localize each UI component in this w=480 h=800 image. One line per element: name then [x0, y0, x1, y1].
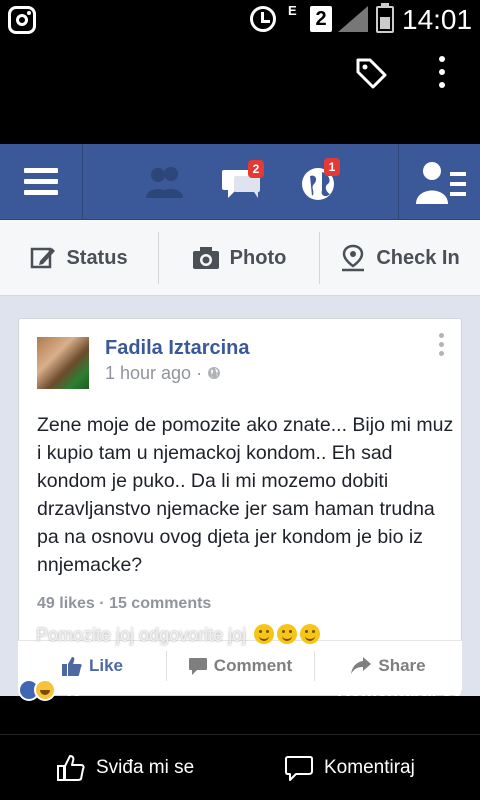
sim-slot-icon: 2: [310, 6, 332, 32]
comment-button[interactable]: Comment: [166, 641, 314, 691]
public-globe-icon: [208, 367, 221, 379]
app-top-bar: [0, 40, 480, 144]
camera-icon: [192, 247, 219, 269]
share-label: Share: [378, 656, 426, 675]
facebook-nav-bar: 2 1: [0, 144, 480, 220]
reactions-count: 49: [62, 679, 83, 700]
notifications-badge: 1: [324, 158, 340, 176]
comment-label: Comment: [213, 656, 293, 675]
status-label: Status: [66, 246, 128, 269]
battery-icon: [376, 3, 394, 33]
signal-icon: [338, 6, 368, 32]
overlay-comment-button[interactable]: Komentiraj: [284, 735, 415, 800]
thumbs-up-icon: [61, 657, 82, 676]
clock: 14:01: [402, 4, 473, 35]
photo-button[interactable]: Photo: [159, 220, 319, 296]
caption-text: Pomozite joj odgovorite joj: [36, 625, 247, 645]
overlay-like-label: Sviđa mi se: [96, 757, 195, 778]
checkin-label: Check In: [376, 246, 460, 269]
checkin-button[interactable]: Check In: [320, 220, 480, 296]
location-pin-icon: [342, 244, 365, 272]
overlay-like-button[interactable]: Sviđa mi se: [56, 735, 194, 800]
smile-emoji-icon: [300, 624, 321, 644]
share-icon: [351, 657, 372, 674]
instagram-icon: [8, 6, 36, 34]
like-label: Like: [88, 656, 124, 675]
status-bar: E 2 14:01: [0, 0, 480, 40]
meta-separator: ·: [196, 363, 208, 383]
profile-menu-icon[interactable]: [414, 160, 468, 206]
overlay-comments-count[interactable]: Komentara: 35: [337, 680, 462, 701]
comments-count[interactable]: 15 comments: [109, 595, 211, 612]
friend-requests-icon[interactable]: [143, 164, 187, 200]
haha-reaction-icon: [34, 679, 56, 701]
alarm-icon: [250, 6, 276, 32]
bottom-action-bar: Sviđa mi se Komentiraj: [0, 734, 480, 800]
reactions-summary[interactable]: 49: [18, 678, 82, 702]
post-author[interactable]: Fadila Iztarcina: [105, 337, 250, 360]
post-options-icon[interactable]: [437, 333, 445, 363]
post-counts: 49 likes · 15 comments: [37, 595, 211, 613]
menu-icon[interactable]: [24, 168, 58, 196]
nav-divider: [82, 144, 83, 220]
likes-count[interactable]: 49 likes: [37, 595, 95, 612]
notifications-button[interactable]: 1: [298, 158, 348, 208]
speech-bubble-icon: [285, 756, 313, 781]
overflow-menu-icon[interactable]: [432, 56, 452, 92]
network-type: E: [288, 3, 297, 18]
photo-label: Photo: [229, 246, 287, 269]
overlay-caption: Pomozite joj odgovorite joj: [36, 624, 321, 646]
overlay-comment-label: Komentiraj: [324, 757, 415, 778]
post-meta: 1 hour ago ·: [105, 363, 221, 384]
thumbs-up-outline-icon: [57, 755, 85, 781]
counts-separator: ·: [99, 595, 110, 612]
nav-divider: [398, 144, 399, 220]
messages-button[interactable]: 2: [220, 158, 270, 208]
author-avatar[interactable]: [37, 337, 89, 389]
composer-bar: Status Photo Check In: [0, 220, 480, 296]
status-button[interactable]: Status: [0, 220, 158, 296]
smile-emoji-icon: [254, 624, 275, 644]
smile-emoji-icon: [277, 624, 298, 644]
post-text: Zene moje de pomozite ako znate... Bijo …: [37, 414, 454, 576]
edit-icon: [31, 247, 56, 269]
comment-icon: [188, 658, 207, 675]
post-timestamp[interactable]: 1 hour ago: [105, 363, 191, 383]
tag-icon[interactable]: [354, 56, 388, 90]
messages-badge: 2: [248, 160, 264, 178]
screenshot: E 2 14:01 2 1 Status Photo Check In Fadi…: [0, 0, 480, 800]
